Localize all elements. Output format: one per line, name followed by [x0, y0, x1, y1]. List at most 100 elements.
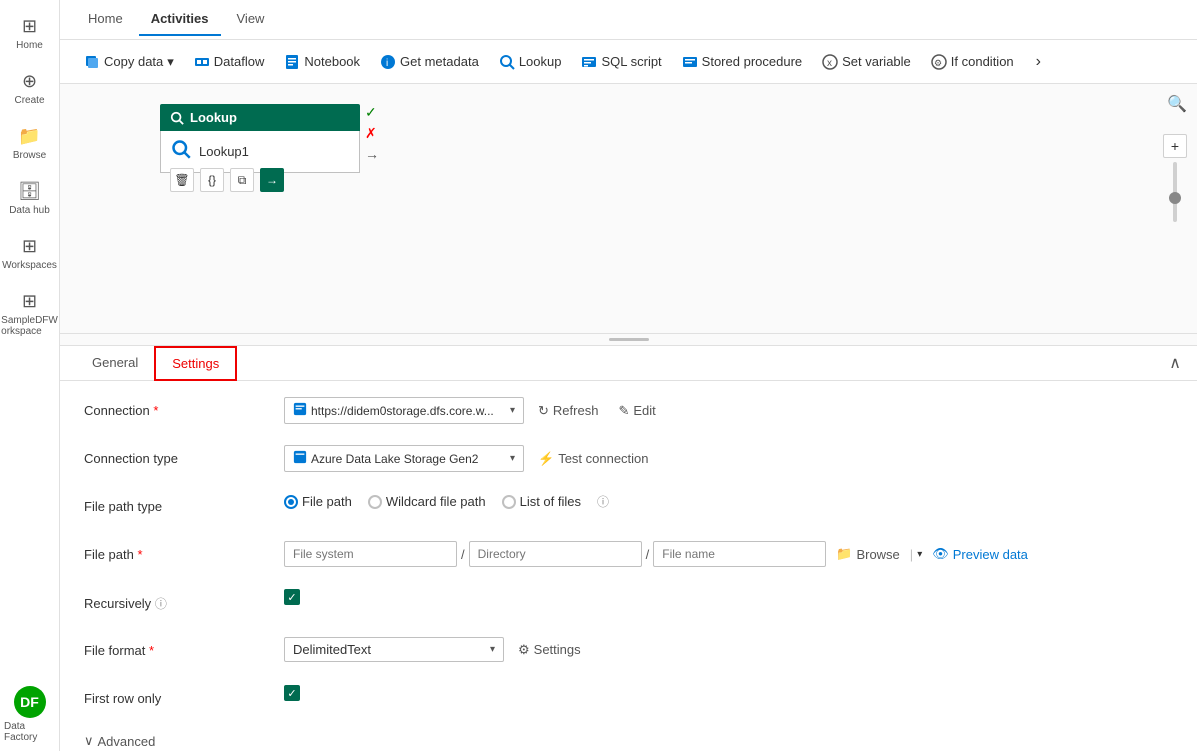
sidebar-item-workspaces[interactable]: ⊞ Workspaces [0, 228, 59, 279]
browse-button[interactable]: 📁 Browse [830, 542, 906, 566]
sql-script-button[interactable]: SQL script [573, 50, 669, 74]
file-path-inputs: / / 📁 Browse | ▾ 👁 [284, 541, 1034, 567]
test-connection-button[interactable]: ⚡ Test connection [532, 447, 655, 471]
zoom-handle [1169, 192, 1181, 204]
path-sep-1: / [461, 547, 465, 562]
code-ctrl-btn[interactable]: {} [200, 168, 224, 192]
stored-procedure-button[interactable]: Stored procedure [674, 50, 810, 74]
set-variable-icon: x [822, 54, 838, 70]
browse-chevron[interactable]: ▾ [917, 549, 922, 560]
advanced-chevron: ∨ [84, 733, 94, 749]
file-format-value: DelimitedText [293, 642, 371, 657]
first-row-only-checkbox[interactable]: ✓ [284, 685, 300, 701]
sidebar-item-create[interactable]: ⊕ Create [0, 63, 59, 114]
radio-file-path[interactable]: File path [284, 494, 352, 509]
notebook-button[interactable]: Notebook [276, 50, 368, 74]
filename-input[interactable] [653, 541, 826, 567]
edit-button[interactable]: ✎ Edit [612, 399, 661, 423]
file-path-type-label: File path type [84, 493, 284, 514]
copy-ctrl-btn[interactable]: ⧉ [230, 168, 254, 192]
dataflow-icon [194, 54, 210, 70]
main-content: Home Activities View Copy data ▾ Dataflo… [60, 0, 1197, 751]
toolbar-more-button[interactable]: › [1028, 49, 1049, 75]
connection-required: * [153, 403, 158, 418]
if-condition-button[interactable]: ⚙ If condition [923, 50, 1022, 74]
directory-input[interactable] [469, 541, 642, 567]
delete-ctrl-btn[interactable]: 🗑 [170, 168, 194, 192]
lookup-button[interactable]: Lookup [491, 50, 570, 74]
recursively-row: Recursively ⓘ ✓ [84, 589, 1173, 621]
lookup-icon [499, 54, 515, 70]
run-ctrl-btn[interactable]: → [260, 168, 284, 192]
copy-data-icon [84, 54, 100, 70]
dataflow-button[interactable]: Dataflow [186, 50, 273, 74]
advanced-label: Advanced [98, 734, 156, 749]
file-format-settings-icon: ⚙ [518, 642, 530, 658]
file-format-dropdown[interactable]: DelimitedText ▾ [284, 637, 504, 662]
sidebar-item-datahub[interactable]: 🗄 Data hub [0, 173, 59, 224]
refresh-button[interactable]: ↻ Refresh [532, 399, 604, 423]
connection-dropdown[interactable]: https://didem0storage.dfs.core.w... ▾ [284, 397, 524, 424]
lookup-body-icon [171, 139, 191, 164]
file-format-required: * [149, 643, 154, 658]
divider-line [609, 338, 649, 341]
browse-separator: | [910, 547, 913, 562]
set-variable-button[interactable]: x Set variable [814, 50, 919, 74]
sidebar-item-datafactory[interactable]: DF Data Factory [0, 678, 59, 751]
file-format-row: File format * DelimitedText ▾ ⚙ Settings [84, 637, 1173, 669]
radio-list-of-files[interactable]: List of files [502, 494, 581, 509]
first-row-only-label: First row only [84, 685, 284, 706]
file-path-required: * [138, 547, 143, 562]
tab-general[interactable]: General [76, 347, 154, 380]
file-path-type-control: File path Wildcard file path List of fil… [284, 493, 1173, 510]
connection-type-value: Azure Data Lake Storage Gen2 [311, 452, 478, 466]
connection-type-dropdown[interactable]: Azure Data Lake Storage Gen2 ▾ [284, 445, 524, 472]
get-metadata-label: Get metadata [400, 54, 479, 69]
sidebar-item-browse[interactable]: 📁 Browse [0, 118, 59, 169]
preview-icon: 👁 [932, 546, 949, 562]
dataflow-label: Dataflow [214, 54, 265, 69]
sidebar-item-sampleDFW[interactable]: ⊞ SampleDFW orkspace [0, 283, 59, 345]
file-format-label: File format * [84, 637, 284, 658]
notebook-icon [284, 54, 300, 70]
lookup-header: Lookup [160, 104, 360, 131]
datahub-icon: 🗄 [18, 181, 41, 202]
file-path-type-row: File path type File path [84, 493, 1173, 525]
canvas-search-btn[interactable]: 🔍 [1167, 94, 1187, 114]
sampleDFW-icon: ⊞ [22, 291, 37, 312]
datafactory-icon: DF [14, 686, 46, 718]
file-path-type-info[interactable]: ⓘ [597, 493, 609, 510]
settings-collapse-btn[interactable]: ∧ [1169, 353, 1181, 373]
radio-wildcard[interactable]: Wildcard file path [368, 494, 486, 509]
file-format-control: DelimitedText ▾ ⚙ Settings [284, 637, 1173, 662]
nav-tab-activities[interactable]: Activities [139, 3, 221, 36]
file-format-settings-btn[interactable]: ⚙ Settings [512, 638, 587, 662]
canvas-area: Lookup Lookup1 ✓ ✗ → 🗑 {} ⧉ [60, 84, 1197, 751]
zoom-slider[interactable] [1173, 162, 1177, 222]
sidebar-item-label: Create [14, 95, 44, 106]
workspaces-icon: ⊞ [22, 236, 37, 257]
file-system-input[interactable] [284, 541, 457, 567]
zoom-plus-btn[interactable]: + [1163, 134, 1187, 158]
lookup-node: Lookup Lookup1 [160, 104, 360, 173]
tab-settings[interactable]: Settings [154, 346, 237, 381]
nav-tab-home[interactable]: Home [76, 3, 135, 36]
copy-data-button[interactable]: Copy data ▾ [76, 50, 182, 74]
nav-tab-view[interactable]: View [225, 3, 277, 36]
home-icon: ⊞ [22, 16, 37, 37]
notebook-label: Notebook [304, 54, 360, 69]
radio-label-list: List of files [520, 494, 581, 509]
get-metadata-button[interactable]: i Get metadata [372, 50, 487, 74]
sidebar-item-label: SampleDFW orkspace [1, 315, 58, 337]
recursively-info[interactable]: ⓘ [155, 597, 167, 611]
sql-script-label: SQL script [601, 54, 661, 69]
sidebar-item-label: Data hub [9, 205, 50, 216]
sidebar-item-home[interactable]: ⊞ Home [0, 8, 59, 59]
toolbar: Copy data ▾ Dataflow Notebook i Get meta… [60, 40, 1197, 84]
sql-script-icon [581, 54, 597, 70]
file-path-control: / / 📁 Browse | ▾ 👁 [284, 541, 1173, 567]
canvas-divider [60, 334, 1197, 346]
advanced-toggle[interactable]: ∨ Advanced [84, 733, 1173, 749]
preview-data-button[interactable]: 👁 Preview data [926, 542, 1034, 566]
recursively-checkbox[interactable]: ✓ [284, 589, 300, 605]
